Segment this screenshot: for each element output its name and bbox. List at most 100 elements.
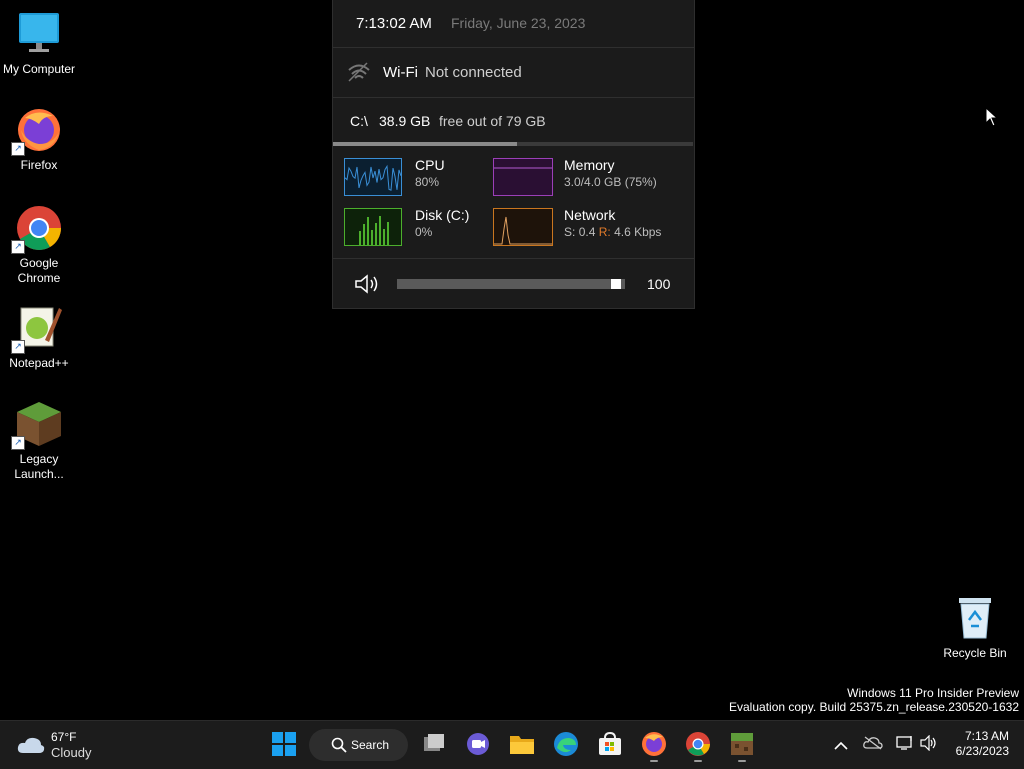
network-value: S: 0.4 R: 4.6 Kbps [564, 225, 661, 239]
taskbar-clock[interactable]: 7:13 AM 6/23/2023 [956, 729, 1009, 759]
disk-graph [344, 208, 402, 246]
desktop-icon-label: My Computer [2, 62, 76, 76]
volume-slider[interactable] [397, 279, 625, 289]
running-indicator [738, 760, 746, 762]
recycle-bin-icon [955, 596, 995, 640]
evaluation-watermark: Windows 11 Pro Insider Preview Evaluatio… [729, 686, 1019, 714]
shortcut-arrow-icon: ↗ [11, 240, 25, 254]
drive-usage-bar [333, 142, 693, 146]
network-title: Network [564, 207, 616, 223]
disk-activity-bar [383, 229, 385, 245]
network-icon[interactable] [896, 735, 914, 756]
cpu-title: CPU [415, 157, 445, 173]
desktop-icon-legacy-launcher[interactable]: ↗ Legacy Launch... [0, 400, 78, 482]
drive-row[interactable]: C:\ 38.9 GB free out of 79 GB [333, 98, 694, 142]
network-graph [493, 208, 553, 246]
wifi-status: Not connected [425, 64, 522, 81]
panel-time: 7:13:02 AM [356, 15, 432, 32]
chrome-taskbar-button[interactable] [685, 731, 711, 762]
firefox-icon: ↗ [11, 106, 63, 156]
minecraft-icon: ↗ [11, 400, 63, 450]
shortcut-arrow-icon: ↗ [11, 436, 25, 450]
memory-value: 3.0/4.0 GB (75%) [564, 175, 657, 189]
firefox-taskbar-button[interactable] [641, 731, 667, 762]
drive-free-caption: free out of 79 GB [439, 113, 546, 129]
network-metric[interactable]: Network S: 0.4 R: 4.6 Kbps [493, 200, 693, 254]
desktop-icon-notepadpp[interactable]: ↗ Notepad++ [0, 304, 78, 371]
wifi-icon [347, 62, 371, 87]
network-recv-value: 4.6 Kbps [614, 225, 662, 239]
running-indicator [694, 760, 702, 762]
cpu-metric[interactable]: CPU 80% [333, 150, 508, 204]
clock-row: 7:13:02 AM Friday, June 23, 2023 [333, 0, 694, 48]
watermark-line-1: Windows 11 Pro Insider Preview [847, 686, 1019, 700]
file-explorer-icon [510, 736, 534, 754]
volume-value: 100 [647, 276, 671, 292]
disk-activity-bar [379, 216, 381, 245]
notepadpp-icon: ↗ [11, 304, 63, 354]
desktop-icon-my-computer[interactable]: My Computer [0, 10, 78, 77]
disk-activity-bar [371, 230, 373, 245]
taskbar-date: 6/23/2023 [955, 744, 1009, 758]
cpu-value: 80% [415, 175, 440, 189]
desktop-icon-google-chrome[interactable]: ↗ Google Chrome [0, 204, 78, 286]
running-indicator [650, 760, 658, 762]
search-label: Search [351, 738, 390, 752]
desktop-icon-recycle-bin[interactable]: Recycle Bin [940, 596, 1010, 660]
disk-value: 0% [415, 225, 433, 239]
weather-temp: 67°F [51, 730, 77, 744]
chat-button[interactable] [465, 731, 491, 757]
search-button[interactable]: Search [309, 729, 408, 761]
desktop-icon-label: Notepad++ [9, 356, 69, 370]
chevron-up-icon[interactable] [834, 738, 848, 756]
weather-widget[interactable]: 67°F Cloudy [16, 729, 106, 761]
volume-slider-fill [397, 279, 625, 289]
desktop-icon-label: Google Chrome [17, 256, 61, 285]
task-view-icon [424, 734, 444, 751]
chrome-icon: ↗ [11, 204, 63, 254]
store-button[interactable] [597, 731, 623, 757]
memory-metric[interactable]: Memory 3.0/4.0 GB (75%) [493, 150, 693, 204]
file-explorer-button[interactable] [509, 731, 535, 757]
disk-activity-bar [363, 224, 365, 245]
firefox-icon [642, 732, 666, 756]
volume-tray-icon[interactable] [920, 734, 938, 756]
disk-activity-bar [387, 222, 389, 245]
task-view-button[interactable] [421, 731, 447, 757]
start-button[interactable] [271, 731, 297, 757]
network-send-value: 0.4 [578, 225, 596, 239]
minecraft-icon [731, 733, 753, 755]
volume-icon[interactable] [354, 273, 382, 300]
mouse-cursor-icon [985, 106, 999, 132]
disk-metric[interactable]: Disk (C:) 0% [333, 200, 508, 254]
network-send-label: S: [564, 225, 576, 239]
desktop-icon-label: Firefox [20, 158, 58, 172]
edge-button[interactable] [553, 731, 579, 757]
memory-graph [493, 158, 553, 196]
disk-title: Disk (C:) [415, 207, 470, 223]
panel-date: Friday, June 23, 2023 [451, 15, 586, 31]
desktop-icon-firefox[interactable]: ↗ Firefox [0, 106, 78, 173]
disk-activity-bar [375, 223, 377, 245]
shortcut-arrow-icon: ↗ [11, 340, 25, 354]
cpu-graph [344, 158, 402, 196]
watermark-line-2: Evaluation copy. Build 25375.zn_release.… [729, 700, 1019, 714]
taskbar: 67°F Cloudy Search 7:13 AM 6/23/2023 [0, 720, 1024, 769]
onedrive-offline-icon[interactable] [863, 736, 883, 755]
chat-icon [467, 733, 489, 755]
start-icon [272, 732, 296, 756]
memory-title: Memory [564, 157, 615, 173]
wifi-row[interactable]: Wi-Fi Not connected [333, 48, 694, 98]
volume-slider-thumb[interactable] [611, 279, 621, 289]
volume-row: 100 [333, 258, 694, 308]
cloud-icon [16, 735, 46, 760]
disk-activity-bar [367, 217, 369, 245]
monitor-icon [15, 10, 63, 58]
minecraft-taskbar-button[interactable] [729, 731, 755, 762]
network-recv-label: R: [598, 225, 611, 239]
disk-activity-bar [359, 231, 361, 245]
drive-usage-fill [333, 142, 517, 146]
recycle-bin-label: Recycle Bin [943, 646, 1007, 660]
desktop-icon-label: Legacy Launch... [14, 452, 64, 481]
weather-condition: Cloudy [51, 745, 92, 760]
